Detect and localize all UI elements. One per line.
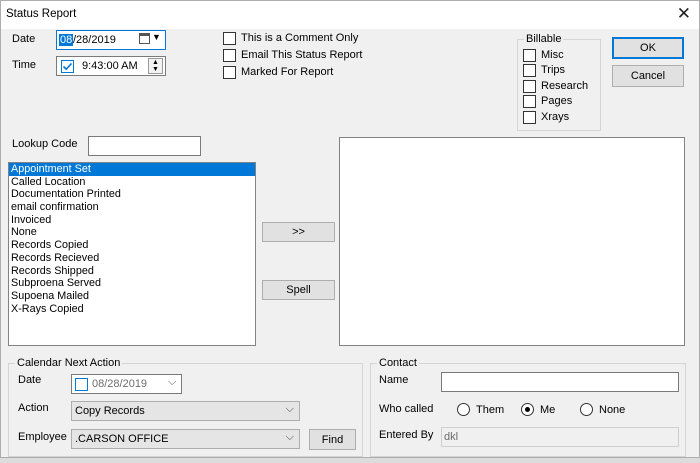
email-report-label: Email This Status Report [241, 49, 363, 61]
employee-label: Employee [18, 431, 67, 443]
calendar-date-label: Date [18, 374, 42, 386]
billable-trips-checkbox[interactable] [523, 64, 536, 77]
who-called-them-label: Them [476, 404, 505, 416]
list-item[interactable]: Records Shipped [9, 265, 255, 278]
who-called-me-label: Me [540, 404, 556, 416]
status-report-dialog: Status Report ✕ Date 08 /28/2019 ▼ Time … [0, 0, 700, 458]
chevron-down-icon[interactable]: ▼ [152, 32, 161, 42]
lookup-code-input[interactable] [88, 136, 201, 156]
list-item[interactable]: Records Copied [9, 239, 255, 252]
time-picker[interactable]: 9:43:00 AM ▲ ▼ [56, 56, 166, 76]
marked-for-report-label: Marked For Report [241, 66, 334, 78]
comment-only-label: This is a Comment Only [241, 32, 359, 44]
chevron-down-icon[interactable]: ⌵ [286, 403, 294, 416]
comment-only-checkbox[interactable] [223, 32, 236, 45]
close-icon[interactable]: ✕ [677, 4, 691, 24]
lookup-listbox[interactable]: Appointment Set Called Location Documentat… [8, 162, 256, 346]
billable-misc-label: Misc [541, 49, 564, 61]
find-button[interactable]: Find [309, 429, 356, 450]
billable-xrays-checkbox[interactable] [523, 111, 536, 124]
action-label: Action [18, 402, 49, 414]
title-bar: Status Report ✕ [1, 1, 699, 29]
transfer-button[interactable]: >> [262, 222, 335, 242]
date-month-segment: 08 [59, 34, 74, 46]
spell-button[interactable]: Spell [262, 280, 335, 300]
calendar-icon[interactable] [139, 33, 150, 44]
contact-name-label: Name [379, 374, 409, 386]
action-value: Copy Records [75, 405, 145, 417]
list-item[interactable]: Documentation Printed [9, 188, 255, 201]
list-item[interactable]: X-Rays Copied [9, 303, 255, 316]
who-called-label: Who called [379, 403, 434, 415]
checkmark-icon [62, 62, 73, 71]
marked-for-report-checkbox[interactable] [223, 66, 236, 79]
list-item[interactable]: email confirmation [9, 201, 255, 214]
billable-xrays-label: Xrays [541, 111, 570, 123]
calendar-group-title: Calendar Next Action [15, 357, 123, 369]
employee-value: .CARSON OFFICE [75, 433, 169, 445]
calendar-date-checkbox[interactable] [75, 378, 88, 391]
window-title: Status Report [6, 8, 77, 20]
date-picker[interactable]: 08 /28/2019 ▼ [56, 30, 166, 50]
who-called-none-radio[interactable] [580, 403, 593, 416]
ok-button[interactable]: OK [612, 37, 684, 59]
billable-pages-checkbox[interactable] [523, 95, 536, 108]
notes-textarea[interactable] [339, 137, 685, 346]
chevron-down-icon[interactable]: ⌵ [168, 376, 176, 389]
calendar-date-picker[interactable]: 08/28/2019 ⌵ [71, 374, 182, 394]
cancel-button[interactable]: Cancel [612, 65, 684, 87]
billable-research-label: Research [541, 80, 589, 92]
time-enabled-checkbox[interactable] [61, 60, 74, 73]
who-called-none-label: None [599, 404, 626, 416]
action-select[interactable]: Copy Records ⌵ [71, 401, 300, 421]
billable-research-checkbox[interactable] [523, 80, 536, 93]
list-item[interactable]: Supoena Mailed [9, 290, 255, 303]
list-item[interactable]: Appointment Set [9, 163, 255, 176]
time-label: Time [12, 59, 37, 71]
list-item[interactable]: Subproena Served [9, 277, 255, 290]
list-item[interactable]: Called Location [9, 176, 255, 189]
billable-title: Billable [524, 33, 564, 45]
billable-trips-label: Trips [541, 64, 566, 76]
list-item[interactable]: None [9, 226, 255, 239]
date-rest-text: /28/2019 [73, 34, 116, 46]
entered-by-value: dkl [444, 431, 459, 443]
list-item[interactable]: Invoiced [9, 214, 255, 227]
who-called-me-radio[interactable] [521, 403, 534, 416]
entered-by-field: dkl [441, 427, 679, 447]
lookup-code-label: Lookup Code [12, 138, 78, 150]
who-called-them-radio[interactable] [457, 403, 470, 416]
time-value: 9:43:00 AM [82, 60, 138, 72]
email-report-checkbox[interactable] [223, 49, 236, 62]
list-item[interactable]: Records Recieved [9, 252, 255, 265]
radio-selected-dot [525, 407, 530, 412]
entered-by-label: Entered By [379, 429, 434, 441]
time-spinner[interactable]: ▲ ▼ [148, 58, 163, 74]
calendar-date-value: 08/28/2019 [92, 378, 148, 390]
employee-select[interactable]: .CARSON OFFICE ⌵ [71, 429, 300, 449]
contact-name-input[interactable] [441, 372, 679, 392]
chevron-down-icon[interactable]: ⌵ [286, 431, 294, 444]
billable-pages-label: Pages [541, 95, 573, 107]
contact-group-title: Contact [377, 357, 419, 369]
billable-misc-checkbox[interactable] [523, 49, 536, 62]
date-label: Date [12, 33, 36, 45]
